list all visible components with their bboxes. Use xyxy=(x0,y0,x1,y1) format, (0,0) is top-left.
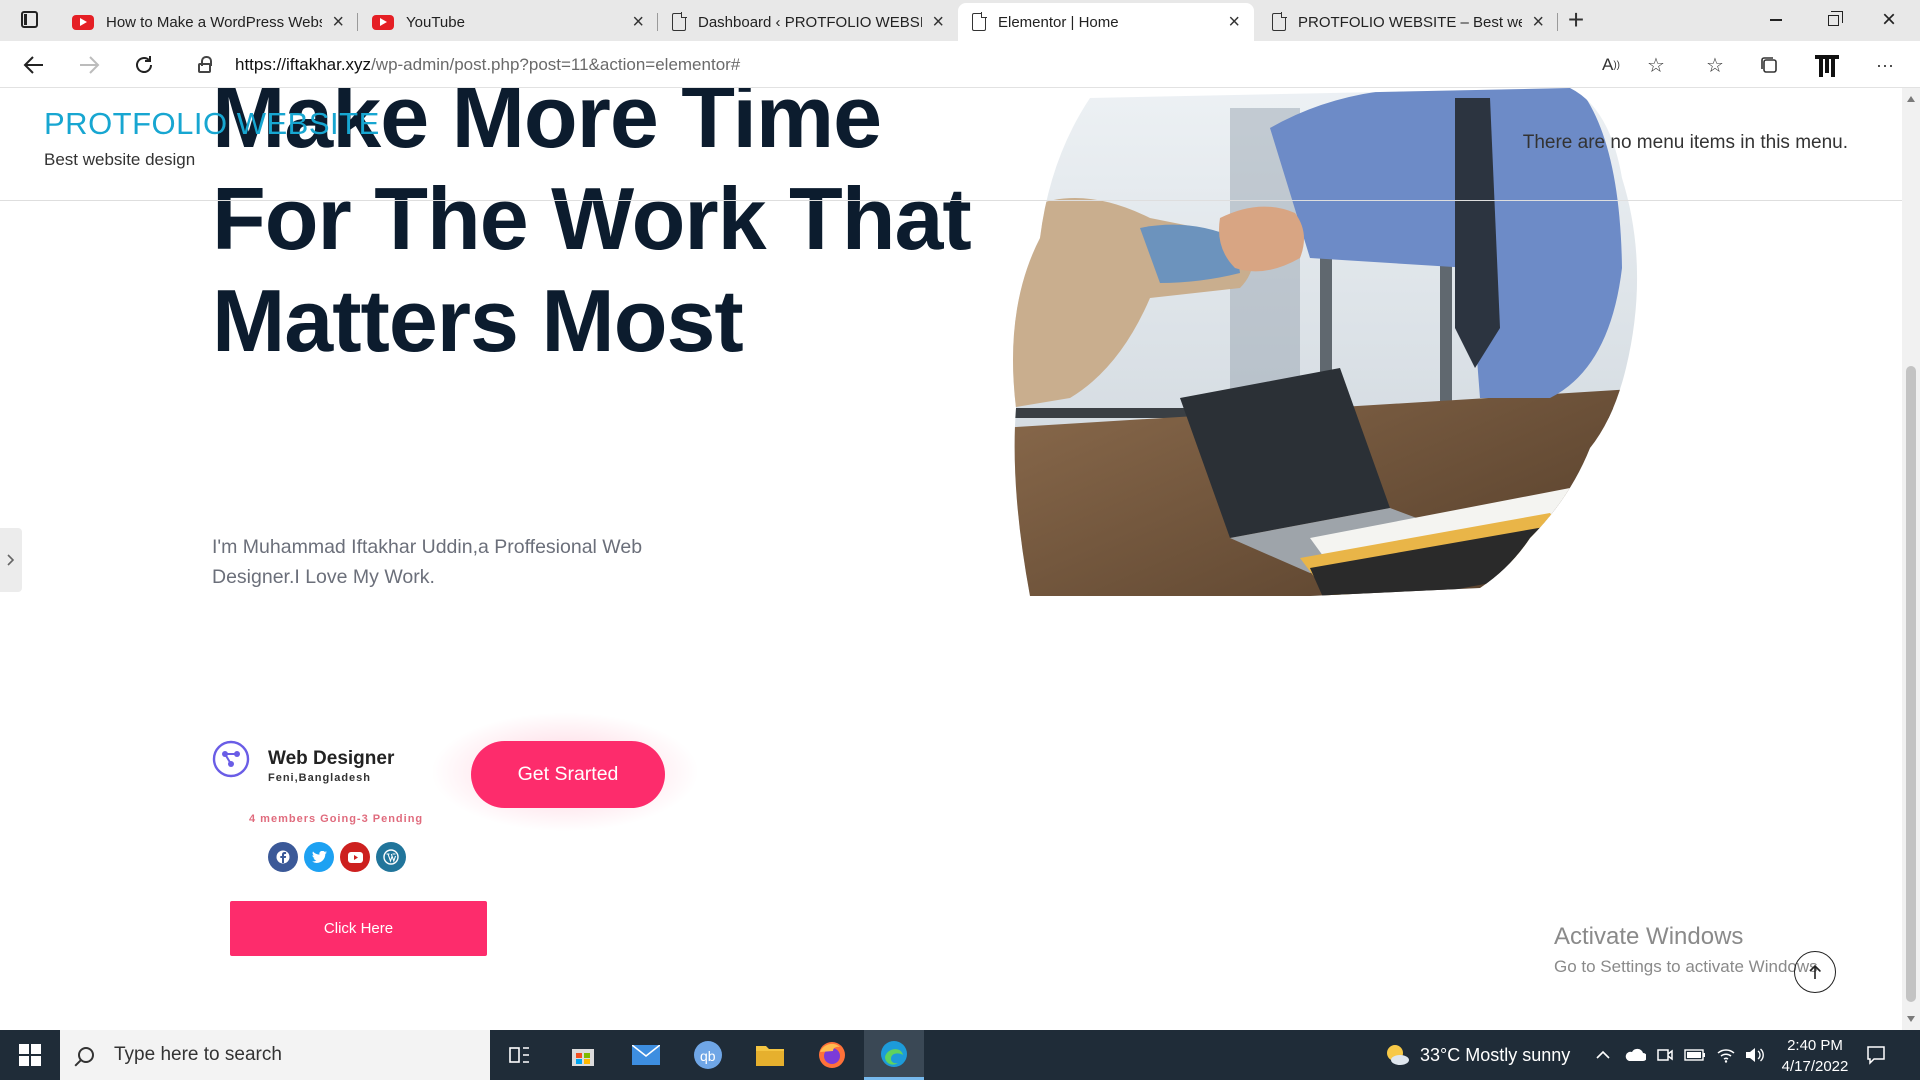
search-placeholder: Type here to search xyxy=(114,1044,282,1065)
windows-logo-icon xyxy=(19,1044,41,1066)
tab-dashboard[interactable]: Dashboard ‹ PROTFOLIO WEBSIT × xyxy=(658,3,958,41)
favorites-icon[interactable]: ☆ xyxy=(1700,51,1730,79)
browser-toolbar: https://iftakhar.xyz/wp-admin/post.php?p… xyxy=(0,41,1920,88)
twitter-icon[interactable] xyxy=(304,842,334,872)
panel-toggle-button[interactable] xyxy=(0,528,22,592)
svg-text:qb: qb xyxy=(700,1048,716,1064)
watermark-subtitle: Go to Settings to activate Windows. xyxy=(1554,957,1823,976)
weather-text: 33°C Mostly sunny xyxy=(1420,1044,1571,1065)
refresh-button[interactable] xyxy=(127,48,161,82)
close-window-button[interactable]: × xyxy=(1866,6,1912,34)
add-favorite-icon[interactable]: ☆ xyxy=(1641,51,1671,79)
file-explorer-icon[interactable] xyxy=(740,1030,800,1080)
back-button[interactable] xyxy=(17,48,51,82)
read-aloud-icon[interactable]: A)) xyxy=(1596,51,1626,79)
tab-title: Elementor | Home xyxy=(998,13,1119,31)
tab-title: PROTFOLIO WEBSITE – Best web xyxy=(1298,13,1523,31)
browser-tab-strip: How to Make a WordPress Webs × YouTube ×… xyxy=(0,0,1920,41)
task-view-icon[interactable] xyxy=(490,1030,550,1080)
tab-portfolio-website[interactable]: PROTFOLIO WEBSITE – Best web × xyxy=(1258,3,1558,41)
watermark-title: Activate Windows xyxy=(1554,923,1744,950)
close-icon[interactable]: × xyxy=(932,12,944,32)
notifications-icon[interactable] xyxy=(1866,1030,1886,1080)
get-started-button[interactable]: Get Srarted xyxy=(471,741,665,808)
designer-location: Feni,Bangladesh xyxy=(268,772,372,784)
url-text: https://iftakhar.xyz/wp-admin/post.php?p… xyxy=(235,54,741,74)
tab-elementor-home[interactable]: Elementor | Home × xyxy=(958,3,1254,41)
refresh-icon xyxy=(136,56,152,73)
lock-icon[interactable] xyxy=(198,55,212,73)
tab-actions-menu-button[interactable] xyxy=(14,8,44,32)
cta-wrapper: Get Srarted xyxy=(430,702,700,842)
search-icon xyxy=(78,1047,94,1063)
page-scrollbar[interactable] xyxy=(1902,88,1920,1030)
close-icon[interactable]: × xyxy=(1532,12,1544,32)
scrollbar-thumb[interactable] xyxy=(1906,366,1916,1002)
tab-title: YouTube xyxy=(406,13,465,31)
close-icon[interactable]: × xyxy=(332,12,344,32)
system-clock[interactable]: 2:40 PM 4/17/2022 xyxy=(1760,1035,1870,1077)
hero-bio: I'm Muhammad Iftakhar Uddin,a Proffesion… xyxy=(212,536,643,588)
minimize-button[interactable] xyxy=(1753,6,1799,34)
document-icon xyxy=(1272,12,1287,31)
arrow-up-icon xyxy=(1809,964,1821,979)
new-tab-button[interactable]: + xyxy=(1561,5,1591,35)
tab-title: How to Make a WordPress Webs xyxy=(106,13,323,31)
document-icon xyxy=(672,12,687,31)
tab-wordpress-tutorial[interactable]: How to Make a WordPress Webs × xyxy=(58,3,358,41)
page-viewport: Make More Time For The Work That Matters… xyxy=(0,88,1902,1030)
sun-cloud-icon xyxy=(1387,1045,1409,1065)
collections-icon[interactable] xyxy=(1754,51,1784,79)
click-here-button[interactable]: Click Here xyxy=(230,901,487,956)
onedrive-icon[interactable] xyxy=(1624,1030,1646,1080)
forward-button[interactable] xyxy=(72,48,106,82)
mail-icon[interactable] xyxy=(616,1030,676,1080)
close-icon[interactable]: × xyxy=(632,12,644,32)
chevron-right-icon xyxy=(7,554,15,566)
windows-taskbar: Type here to search qb 33°C Mostly sunny xyxy=(0,1030,1920,1080)
activate-windows-watermark: Activate Windows Go to Settings to activ… xyxy=(1554,923,1822,977)
facebook-icon[interactable] xyxy=(268,842,298,872)
tab-title: Dashboard ‹ PROTFOLIO WEBSIT xyxy=(698,13,923,31)
chevron-up-icon xyxy=(1596,1050,1610,1059)
restore-button[interactable] xyxy=(1810,6,1856,34)
more-menu-icon[interactable]: ··· xyxy=(1870,51,1900,79)
weather-widget[interactable]: 33°C Mostly sunny xyxy=(1384,1030,1570,1080)
clock-time: 2:40 PM xyxy=(1787,1037,1843,1054)
start-button[interactable] xyxy=(0,1030,60,1080)
youtube-icon[interactable] xyxy=(340,842,370,872)
address-bar[interactable]: https://iftakhar.xyz/wp-admin/post.php?p… xyxy=(180,46,1680,83)
site-title[interactable]: PROTFOLIO WEBSITE xyxy=(44,106,380,142)
wifi-icon[interactable] xyxy=(1716,1030,1736,1080)
social-icons xyxy=(268,842,406,872)
meet-now-icon[interactable] xyxy=(1656,1030,1674,1080)
designer-role: Web Designer xyxy=(268,748,395,769)
back-arrow-icon xyxy=(23,56,43,74)
tab-youtube[interactable]: YouTube × xyxy=(358,3,658,41)
close-icon[interactable]: × xyxy=(1228,12,1240,32)
youtube-icon xyxy=(72,14,94,30)
firefox-icon[interactable] xyxy=(802,1030,862,1080)
edge-browser-icon[interactable] xyxy=(864,1030,924,1080)
menu-empty-notice: There are no menu items in this menu. xyxy=(1522,132,1848,153)
forward-arrow-icon xyxy=(80,56,100,74)
wordpress-icon[interactable] xyxy=(376,842,406,872)
show-hidden-icons[interactable] xyxy=(1596,1030,1610,1080)
network-icon xyxy=(212,740,250,778)
members-status: 4 members Going-3 Pending xyxy=(249,813,424,825)
site-tagline: Best website design xyxy=(44,150,196,169)
profile-icon[interactable] xyxy=(1812,51,1842,79)
microsoft-store-icon[interactable] xyxy=(553,1030,613,1080)
site-header: PROTFOLIO WEBSITE Best website design Th… xyxy=(0,88,1902,201)
qbittorrent-icon[interactable]: qb xyxy=(678,1030,738,1080)
battery-icon[interactable] xyxy=(1684,1030,1706,1080)
taskbar-search-box[interactable]: Type here to search xyxy=(60,1030,490,1080)
scroll-to-top-button[interactable] xyxy=(1794,951,1836,993)
document-icon xyxy=(972,12,987,31)
clock-date: 4/17/2022 xyxy=(1781,1058,1849,1075)
youtube-icon xyxy=(372,14,394,30)
